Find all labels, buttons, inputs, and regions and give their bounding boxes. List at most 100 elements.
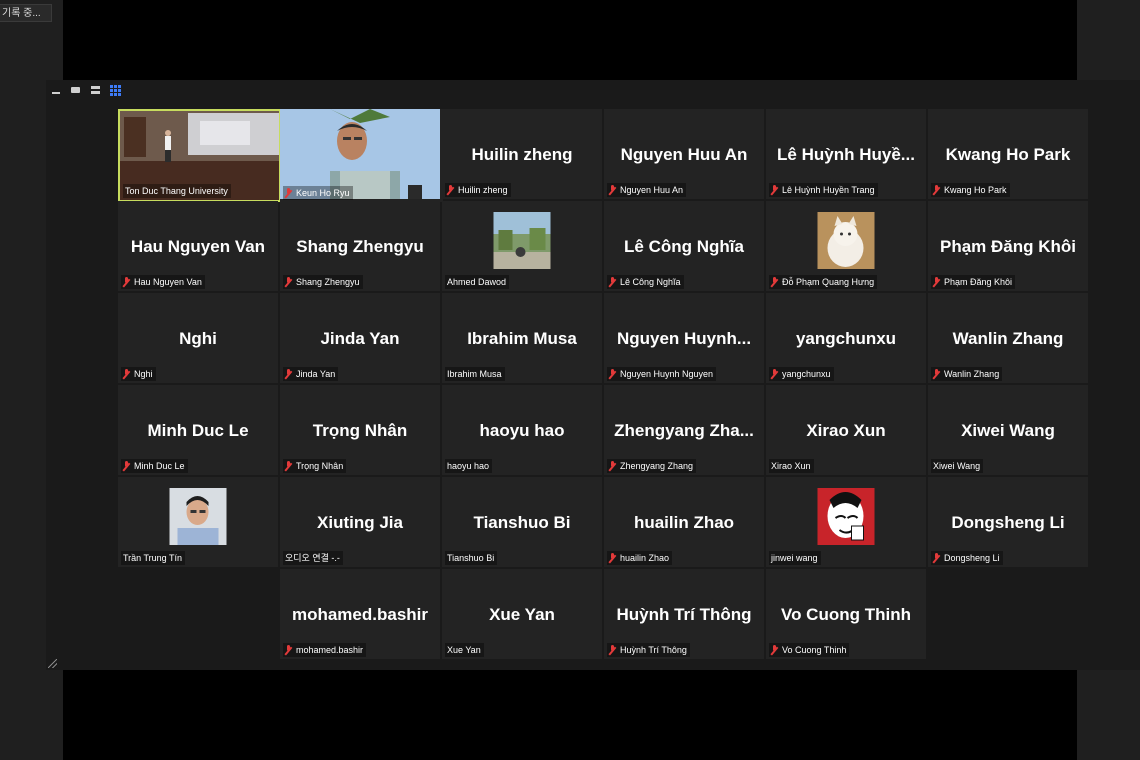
participant-tile[interactable]: Huilin zheng Huilin zheng <box>442 109 602 199</box>
participant-name-label: huailin Zhao <box>607 551 673 565</box>
participant-name: Dongsheng Li <box>944 553 1000 563</box>
participant-display-name: haoyu hao <box>479 421 565 440</box>
participant-name-label: Xue Yan <box>445 643 484 657</box>
participant-name: haoyu hao <box>447 461 490 471</box>
minimize-icon[interactable] <box>51 85 61 95</box>
participant-tile[interactable]: Nguyen Huu An Nguyen Huu An <box>604 109 764 199</box>
participant-display-name: mohamed.bashir <box>291 605 429 624</box>
muted-mic-icon <box>285 645 293 655</box>
participant-name: Huilin zheng <box>458 185 508 195</box>
participant-tile[interactable]: Ahmed Dawod <box>442 201 602 291</box>
participant-name: Tianshuo Bi <box>447 553 495 563</box>
participant-name-label: Huilin zheng <box>445 183 511 197</box>
participant-tile[interactable]: Zhengyang Zha... Zhengyang Zhang <box>604 385 764 475</box>
participant-display-name: Trọng Nhân <box>312 421 408 440</box>
muted-mic-icon <box>123 461 131 471</box>
participant-display-name: Jinda Yan <box>320 329 400 348</box>
participant-name-label: yangchunxu <box>769 367 834 381</box>
participant-name: Trọng Nhân <box>296 461 344 471</box>
participant-display-name: Huỳnh Trí Thông <box>616 605 752 624</box>
participant-tile[interactable]: Xue Yan Xue Yan <box>442 569 602 659</box>
participant-tile[interactable]: Jinda Yan Jinda Yan <box>280 293 440 383</box>
participant-name: Phạm Đăng Khôi <box>944 277 1013 287</box>
participant-name: huailin Zhao <box>620 553 670 563</box>
participant-name: Zhengyang Zhang <box>620 461 694 471</box>
muted-mic-icon <box>771 277 779 287</box>
participant-tile[interactable]: Ton Duc Thang University <box>118 109 281 202</box>
participant-tile[interactable]: Xirao Xun Xirao Xun <box>766 385 926 475</box>
participant-display-name: Xirao Xun <box>806 421 886 440</box>
participant-name: Hau Nguyen Van <box>134 277 202 287</box>
muted-mic-icon <box>123 369 131 379</box>
participant-tile[interactable]: Xiwei Wang Xiwei Wang <box>928 385 1088 475</box>
participant-name-label: Nguyen Huu An <box>607 183 687 197</box>
participant-tile[interactable]: Hau Nguyen Van Hau Nguyen Van <box>118 201 278 291</box>
gallery-window: Ton Duc Thang University Keun Ho Ryu Huili… <box>46 80 1140 670</box>
participant-name-label: Xiwei Wang <box>931 459 984 473</box>
participant-name: 오디오 연결 -.- <box>285 553 340 563</box>
participant-tile[interactable]: Lê Huỳnh Huyề... Lê Huỳnh Huyền Trang <box>766 109 926 199</box>
participant-tile[interactable]: Đỗ Phạm Quang Hưng <box>766 201 926 291</box>
recording-badge[interactable]: 기록 중... <box>0 4 52 22</box>
muted-mic-icon <box>771 369 779 379</box>
gallery-view-icon[interactable] <box>110 85 121 96</box>
resize-handle-icon[interactable] <box>48 659 57 668</box>
participant-name-label: Zhengyang Zhang <box>607 459 697 473</box>
participant-tile[interactable]: Trọng Nhân Trọng Nhân <box>280 385 440 475</box>
speaker-view-icon[interactable] <box>71 85 81 95</box>
participant-tile[interactable]: Shang Zhengyu Shang Zhengyu <box>280 201 440 291</box>
participant-name: mohamed.bashir <box>296 645 364 655</box>
participant-tile[interactable]: Minh Duc Le Minh Duc Le <box>118 385 278 475</box>
participant-tile[interactable]: haoyu hao haoyu hao <box>442 385 602 475</box>
participant-tile[interactable]: Huỳnh Trí Thông Huỳnh Trí Thông <box>604 569 764 659</box>
participant-name-label: Đỗ Phạm Quang Hưng <box>769 275 878 289</box>
participant-display-name: Xiwei Wang <box>961 421 1055 440</box>
participant-name: jinwei wang <box>771 553 818 563</box>
participant-name: Huỳnh Trí Thông <box>620 645 687 655</box>
participant-name-label: Ton Duc Thang University <box>123 184 231 198</box>
participant-name-label: Hau Nguyen Van <box>121 275 205 289</box>
participant-display-name: Nguyen Huynh... <box>616 329 752 348</box>
participant-display-name: Shang Zhengyu <box>296 237 424 256</box>
participant-tile[interactable]: Xiuting Jia 오디오 연결 -.- <box>280 477 440 567</box>
participant-tile[interactable]: Trần Trung Tín <box>118 477 278 567</box>
participant-tile[interactable]: huailin Zhao huailin Zhao <box>604 477 764 567</box>
participant-tile[interactable]: Ibrahim Musa Ibrahim Musa <box>442 293 602 383</box>
participant-tile[interactable]: jinwei wang <box>766 477 926 567</box>
participant-name: Ton Duc Thang University <box>125 186 228 196</box>
muted-mic-icon <box>609 461 617 471</box>
participant-name-label: jinwei wang <box>769 551 821 565</box>
muted-mic-icon <box>933 277 941 287</box>
participant-name-label: Nghi <box>121 367 156 381</box>
muted-mic-icon <box>933 369 941 379</box>
participant-tile[interactable]: Lê Công Nghĩa Lê Công Nghĩa <box>604 201 764 291</box>
participant-name: Xiwei Wang <box>933 461 981 471</box>
participant-name-label: Ibrahim Musa <box>445 367 505 381</box>
view-toolbar <box>46 80 1140 100</box>
participant-tile[interactable]: Keun Ho Ryu <box>280 109 443 202</box>
participant-name: Vo Cuong Thinh <box>782 645 847 655</box>
participant-name-label: Huỳnh Trí Thông <box>607 643 690 657</box>
participant-tile[interactable]: Vo Cuong Thinh Vo Cuong Thinh <box>766 569 926 659</box>
participant-tile[interactable]: Kwang Ho Park Kwang Ho Park <box>928 109 1088 199</box>
participant-tile[interactable]: yangchunxu yangchunxu <box>766 293 926 383</box>
participant-tile[interactable]: Nghi Nghi <box>118 293 278 383</box>
participant-tile[interactable]: Dongsheng Li Dongsheng Li <box>928 477 1088 567</box>
participant-display-name: Dongsheng Li <box>951 513 1065 532</box>
participant-name-label: Keun Ho Ryu <box>283 186 353 200</box>
participant-name: Kwang Ho Park <box>944 185 1007 195</box>
participant-display-name: Tianshuo Bi <box>473 513 571 532</box>
participant-tile[interactable]: Tianshuo Bi Tianshuo Bi <box>442 477 602 567</box>
strip-view-icon[interactable] <box>91 85 101 95</box>
participant-name: Wanlin Zhang <box>944 369 1000 379</box>
participant-tile[interactable]: Wanlin Zhang Wanlin Zhang <box>928 293 1088 383</box>
participant-name-label: 오디오 연결 -.- <box>283 551 343 565</box>
participant-tile[interactable]: Phạm Đăng Khôi Phạm Đăng Khôi <box>928 201 1088 291</box>
participant-name-label: Jinda Yan <box>283 367 339 381</box>
participant-name: Nguyen Huynh Nguyen <box>620 369 714 379</box>
participant-display-name: Vo Cuong Thinh <box>781 605 911 624</box>
participant-tile[interactable]: Nguyen Huynh... Nguyen Huynh Nguyen <box>604 293 764 383</box>
participant-name-label: Kwang Ho Park <box>931 183 1010 197</box>
participant-display-name: Wanlin Zhang <box>952 329 1064 348</box>
participant-tile[interactable]: mohamed.bashir mohamed.bashir <box>280 569 440 659</box>
